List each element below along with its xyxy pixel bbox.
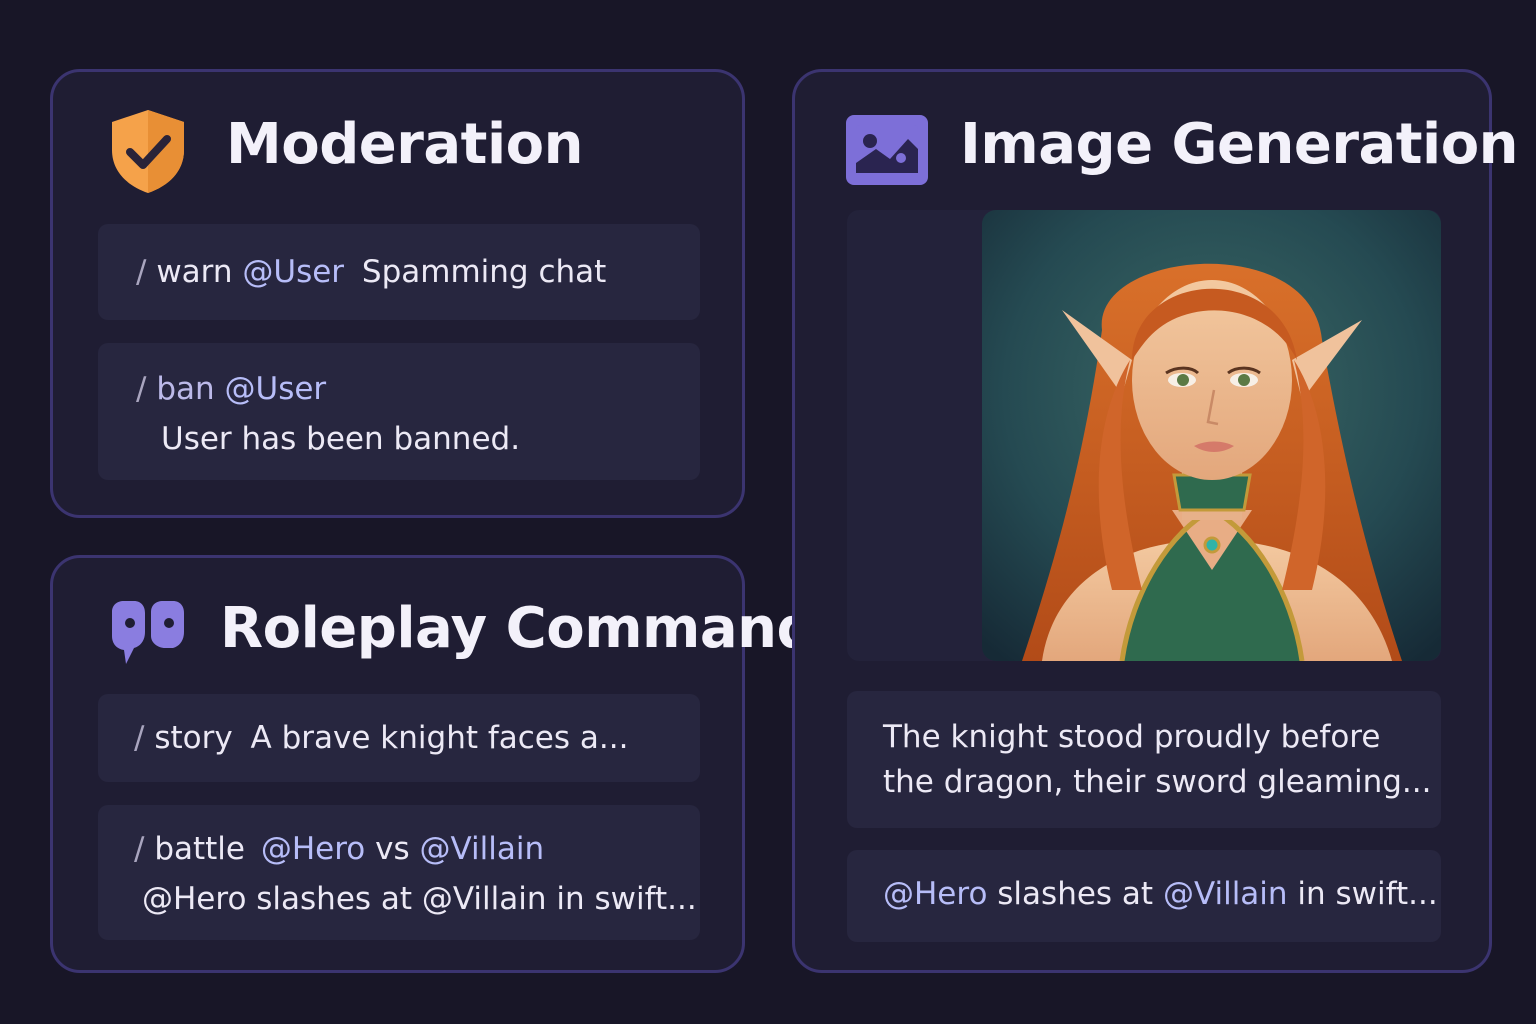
- card-title: Roleplay Commands: [220, 596, 849, 661]
- user-mention[interactable]: @User: [225, 371, 327, 407]
- slash-prefix: /: [136, 254, 147, 290]
- command-name: ban: [156, 371, 215, 407]
- warn-command: / warn @User Spamming chat: [98, 224, 700, 320]
- command-name: battle: [154, 831, 245, 867]
- slash-prefix: /: [134, 720, 145, 756]
- image-icon: [846, 115, 928, 185]
- generated-image-frame: [847, 210, 1441, 661]
- command-name: story: [154, 720, 233, 756]
- command-response: @Hero slashes at @Villain in swift...: [142, 881, 697, 917]
- user-mention[interactable]: @User: [242, 254, 344, 290]
- reply-text: slashes at: [997, 876, 1154, 912]
- moderation-card: Moderation / warn @User Spamming chat / …: [50, 69, 745, 518]
- caption-line-1: The knight stood proudly before: [883, 719, 1381, 755]
- slash-prefix: /: [134, 831, 145, 867]
- card-title: Image Generation: [960, 112, 1519, 177]
- quote-icon: [112, 601, 184, 664]
- ban-command: / ban @User User has been banned.: [98, 343, 700, 480]
- command-args: A brave knight faces a...: [250, 720, 629, 756]
- battle-reply: @Hero slashes at @Villain in swift...: [847, 850, 1441, 942]
- card-title: Moderation: [226, 112, 583, 177]
- vs-text: vs: [375, 831, 410, 867]
- shield-check-icon: [112, 110, 184, 193]
- story-caption: The knight stood proudly before the drag…: [847, 691, 1441, 828]
- command-name: warn: [156, 254, 233, 290]
- command-response: User has been banned.: [161, 421, 521, 457]
- story-command: / story A brave knight faces a...: [98, 694, 700, 782]
- hero-mention[interactable]: @Hero: [883, 876, 987, 912]
- reply-text: in swift...: [1297, 876, 1438, 912]
- villain-mention[interactable]: @Villain: [1163, 876, 1288, 912]
- battle-command: / battle @Hero vs @Villain @Hero slashes…: [98, 805, 700, 940]
- hero-mention[interactable]: @Hero: [261, 831, 365, 867]
- slash-prefix: /: [136, 371, 147, 407]
- command-args: Spamming chat: [361, 254, 607, 290]
- image-generation-card: Image Generation The knight stood proudl…: [792, 69, 1519, 973]
- roleplay-card: Roleplay Commands / story A brave knight…: [50, 555, 849, 973]
- villain-mention[interactable]: @Villain: [419, 831, 544, 867]
- caption-line-2: the dragon, their sword gleaming...: [883, 764, 1432, 800]
- elf-portrait-image[interactable]: [982, 210, 1441, 661]
